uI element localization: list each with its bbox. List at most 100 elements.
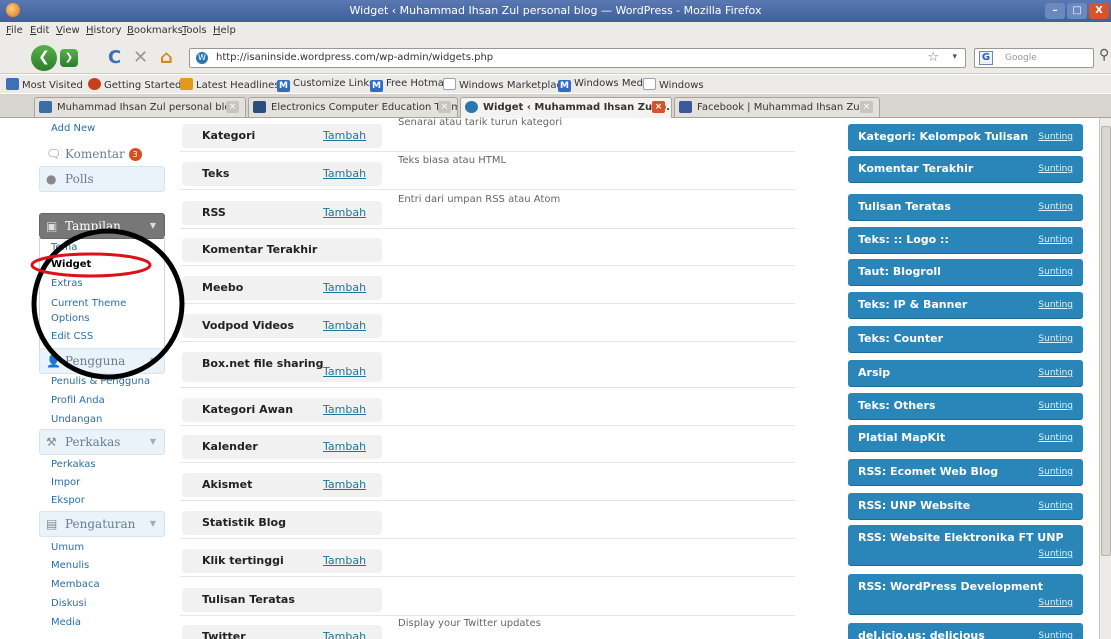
sidebar-link-reading[interactable]: Membaca bbox=[51, 579, 100, 590]
sidebar-link-add-new[interactable]: Add New bbox=[51, 123, 95, 134]
widget-add-link[interactable]: Tambah bbox=[323, 281, 366, 294]
sidebar-menu-settings[interactable]: ▤ Pengaturan ▼ bbox=[39, 511, 165, 537]
search-engine-icon[interactable]: G bbox=[979, 51, 993, 65]
forward-button[interactable]: ❯ bbox=[60, 49, 78, 67]
chevron-down-icon[interactable]: ▼ bbox=[150, 519, 156, 528]
widget-handle[interactable]: Komentar Terakhir bbox=[182, 238, 382, 262]
sidebar-widget[interactable]: del.icio.us: delicious Sunting bbox=[848, 623, 1083, 639]
edit-link[interactable]: Sunting bbox=[1038, 164, 1073, 174]
back-button[interactable]: ❮ bbox=[31, 45, 57, 71]
bookmark-getting-started[interactable]: Getting Started bbox=[88, 78, 181, 91]
edit-link[interactable]: Sunting bbox=[1038, 300, 1073, 310]
widget-add-link[interactable]: Tambah bbox=[323, 630, 366, 639]
search-box[interactable]: G Google bbox=[974, 48, 1094, 68]
sidebar-link-tools[interactable]: Perkakas bbox=[51, 459, 96, 470]
maximize-button[interactable]: □ bbox=[1067, 3, 1087, 19]
sidebar-link-discussion[interactable]: Diskusi bbox=[51, 598, 87, 609]
sidebar-menu-tools[interactable]: ⚒ Perkakas ▼ bbox=[39, 429, 165, 455]
sidebar-widget[interactable]: Arsip Sunting bbox=[848, 360, 1083, 386]
edit-link[interactable]: Sunting bbox=[1038, 132, 1073, 142]
sidebar-widget[interactable]: RSS: Ecomet Web Blog Sunting bbox=[848, 459, 1083, 485]
url-bar[interactable]: W http://isaninside.wordpress.com/wp-adm… bbox=[189, 48, 966, 68]
widget-handle[interactable]: Meebo Tambah bbox=[182, 276, 382, 300]
tab-close-icon[interactable]: × bbox=[652, 101, 665, 113]
widget-add-link[interactable]: Tambah bbox=[323, 206, 366, 219]
sidebar-widget[interactable]: Teks: Counter Sunting bbox=[848, 326, 1083, 352]
chevron-down-icon[interactable]: ▼ bbox=[150, 221, 156, 230]
menu-bookmarks[interactable]: Bookmarks bbox=[127, 25, 183, 36]
edit-link[interactable]: Sunting bbox=[1038, 368, 1073, 378]
widget-handle[interactable]: Twitter Tambah bbox=[182, 625, 382, 639]
search-icon[interactable]: ⚲ bbox=[1099, 47, 1109, 63]
menu-help[interactable]: Help bbox=[213, 25, 236, 36]
sidebar-link-profile[interactable]: Profil Anda bbox=[51, 395, 105, 406]
bookmark-latest-headlines[interactable]: Latest Headlines bbox=[180, 78, 280, 91]
vertical-scrollbar[interactable] bbox=[1099, 118, 1111, 639]
sidebar-link-current-theme-options[interactable]: Current Theme Options bbox=[51, 296, 151, 326]
scrollbar-thumb[interactable] bbox=[1101, 126, 1111, 556]
widget-handle[interactable]: RSS Tambah bbox=[182, 201, 382, 225]
edit-link[interactable]: Sunting bbox=[1038, 631, 1073, 639]
url-dropdown-icon[interactable]: ▾ bbox=[952, 52, 957, 62]
widget-handle[interactable]: Statistik Blog bbox=[182, 511, 382, 535]
sidebar-widget[interactable]: Kategori: Kelompok Tulisan Sunting bbox=[848, 124, 1083, 150]
sidebar-widget[interactable]: Komentar Terakhir Sunting bbox=[848, 156, 1083, 182]
bookmark-customize-links[interactable]: M Customize Links bbox=[277, 78, 374, 92]
sidebar-link-extras[interactable]: Extras bbox=[51, 278, 83, 289]
stop-icon[interactable]: ✕ bbox=[133, 47, 148, 68]
menu-file[interactable]: File bbox=[6, 25, 23, 36]
minimize-button[interactable]: – bbox=[1045, 3, 1065, 19]
sidebar-menu-comments[interactable]: 🗨 Komentar 3 bbox=[39, 141, 165, 167]
sidebar-link-widget[interactable]: Widget bbox=[51, 259, 91, 270]
bookmark-free-hotmail[interactable]: M Free Hotmail bbox=[370, 78, 449, 92]
edit-link[interactable]: Sunting bbox=[1038, 401, 1073, 411]
menu-tools[interactable]: Tools bbox=[182, 25, 207, 36]
sidebar-link-invites[interactable]: Undangan bbox=[51, 414, 102, 425]
widget-add-link[interactable]: Tambah bbox=[323, 403, 366, 416]
edit-link[interactable]: Sunting bbox=[1038, 598, 1073, 608]
edit-link[interactable]: Sunting bbox=[1038, 235, 1073, 245]
sidebar-link-general[interactable]: Umum bbox=[51, 542, 84, 553]
menu-edit[interactable]: Edit bbox=[30, 25, 49, 36]
sidebar-widget[interactable]: Teks: :: Logo :: Sunting bbox=[848, 227, 1083, 253]
sidebar-widget[interactable]: Platial MapKit Sunting bbox=[848, 425, 1083, 451]
bookmark-star-icon[interactable]: ☆ bbox=[927, 50, 939, 65]
sidebar-menu-users[interactable]: 👤 Pengguna ▼ bbox=[39, 348, 165, 374]
widget-add-link[interactable]: Tambah bbox=[323, 478, 366, 491]
menu-history[interactable]: History bbox=[86, 25, 122, 36]
edit-link[interactable]: Sunting bbox=[1038, 549, 1073, 559]
sidebar-widget[interactable]: Tulisan Teratas Sunting bbox=[848, 194, 1083, 220]
widget-add-link[interactable]: Tambah bbox=[323, 365, 366, 378]
widget-handle[interactable]: Tulisan Teratas bbox=[182, 588, 382, 612]
widget-handle[interactable]: Klik tertinggi Tambah bbox=[182, 549, 382, 573]
sidebar-widget[interactable]: RSS: Website Elektronika FT UNP Sunting bbox=[848, 525, 1083, 565]
tab-close-icon[interactable]: × bbox=[438, 101, 451, 113]
sidebar-link-edit-css[interactable]: Edit CSS bbox=[51, 331, 93, 342]
sidebar-widget[interactable]: Taut: Blogroll Sunting bbox=[848, 259, 1083, 285]
reload-icon[interactable]: C bbox=[108, 47, 121, 68]
edit-link[interactable]: Sunting bbox=[1038, 202, 1073, 212]
sidebar-link-export[interactable]: Ekspor bbox=[51, 495, 85, 506]
bookmark-windows-media[interactable]: M Windows Media bbox=[558, 78, 652, 92]
widget-handle[interactable]: Vodpod Videos Tambah bbox=[182, 314, 382, 338]
edit-link[interactable]: Sunting bbox=[1038, 433, 1073, 443]
widget-add-link[interactable]: Tambah bbox=[323, 554, 366, 567]
sidebar-widget[interactable]: RSS: UNP Website Sunting bbox=[848, 493, 1083, 519]
menu-view[interactable]: View bbox=[56, 25, 80, 36]
url-text[interactable]: http://isaninside.wordpress.com/wp-admin… bbox=[216, 52, 493, 63]
widget-add-link[interactable]: Tambah bbox=[323, 440, 366, 453]
edit-link[interactable]: Sunting bbox=[1038, 267, 1073, 277]
bookmark-windows-marketplace[interactable]: Windows Marketplace bbox=[443, 78, 568, 91]
home-icon[interactable]: ⌂ bbox=[160, 47, 173, 68]
sidebar-link-import[interactable]: Impor bbox=[51, 477, 80, 488]
close-button[interactable]: X bbox=[1089, 3, 1109, 19]
widget-handle[interactable]: Kalender Tambah bbox=[182, 435, 382, 459]
sidebar-link-tema[interactable]: Tema bbox=[51, 242, 77, 253]
sidebar-link-writing[interactable]: Menulis bbox=[51, 560, 89, 571]
widget-handle[interactable]: Teks Tambah bbox=[182, 162, 382, 186]
edit-link[interactable]: Sunting bbox=[1038, 501, 1073, 511]
sidebar-widget[interactable]: RSS: WordPress Development Sunting bbox=[848, 574, 1083, 614]
widget-add-link[interactable]: Tambah bbox=[323, 129, 366, 142]
bookmark-most-visited[interactable]: Most Visited bbox=[6, 78, 83, 91]
widget-add-link[interactable]: Tambah bbox=[323, 319, 366, 332]
